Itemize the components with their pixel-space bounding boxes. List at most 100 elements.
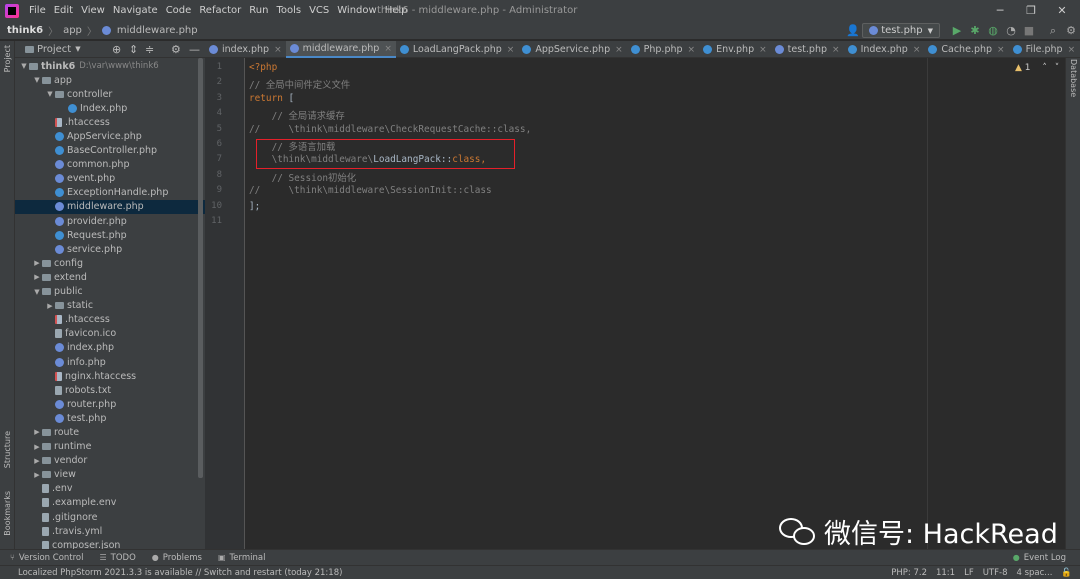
tree-item[interactable]: .example.env [15, 496, 205, 510]
tree-item[interactable]: ▼ think6 D:\var\www\think6 [15, 59, 205, 73]
tree-item[interactable]: BaseController.php [15, 144, 205, 158]
editor-tab[interactable]: File.php × [1009, 41, 1080, 58]
close-tab-icon[interactable]: × [615, 45, 623, 55]
lock-icon[interactable]: 🔓 [1061, 568, 1072, 578]
tree-item[interactable]: .travis.yml [15, 524, 205, 538]
tree-item[interactable]: ▼ controller [15, 87, 205, 101]
tree-item[interactable]: service.php [15, 242, 205, 256]
version-control-tool[interactable]: ⑂ Version Control [10, 553, 84, 563]
editor-tab[interactable]: Cache.php × [924, 41, 1008, 58]
editor-tab[interactable]: test.php × [771, 41, 844, 58]
stop-icon[interactable]: ■ [1020, 24, 1038, 37]
expand-all-icon[interactable]: ≑ [145, 43, 154, 56]
tree-item[interactable]: nginx.htaccess [15, 369, 205, 383]
caret-position[interactable]: 11:1 [936, 568, 955, 578]
tree-item[interactable]: AppService.php [15, 129, 205, 143]
editor-tab[interactable]: Php.php × [627, 41, 699, 58]
close-icon[interactable]: ✕ [1047, 0, 1077, 21]
tree-item[interactable]: ▼ app [15, 73, 205, 87]
chevron-right-icon[interactable]: ▶ [32, 428, 42, 436]
close-tab-icon[interactable]: × [384, 44, 392, 54]
tree-item[interactable]: ▶ extend [15, 270, 205, 284]
chevron-right-icon[interactable]: ▶ [32, 457, 42, 465]
close-tab-icon[interactable]: × [913, 45, 921, 55]
chevron-down-icon[interactable]: ▼ [45, 90, 55, 98]
locate-icon[interactable]: ⊕ [112, 43, 121, 56]
structure-tool-button[interactable]: Structure [3, 431, 12, 468]
database-tool-button[interactable]: Database [1069, 59, 1078, 97]
chevron-down-icon[interactable]: ▼ [75, 45, 80, 53]
tree-item[interactable]: common.php [15, 158, 205, 172]
menu-window[interactable]: Window [333, 0, 380, 21]
close-tab-icon[interactable]: × [507, 45, 515, 55]
tree-item[interactable]: ▼ public [15, 285, 205, 299]
settings-icon[interactable]: ⚙ [1062, 24, 1080, 37]
menu-file[interactable]: File [25, 0, 50, 21]
tree-item[interactable]: ExceptionHandle.php [15, 186, 205, 200]
chevron-right-icon[interactable]: ▶ [32, 471, 42, 479]
editor-tab[interactable]: Env.php × [699, 41, 771, 58]
chevron-right-icon[interactable]: ▶ [32, 273, 42, 281]
tree-scrollbar[interactable] [198, 58, 203, 478]
chevron-right-icon[interactable]: ▶ [32, 259, 42, 267]
chevron-down-icon[interactable]: ▼ [32, 288, 42, 296]
chevron-down-icon[interactable]: ▼ [32, 76, 42, 84]
chevron-down-icon[interactable]: ▼ [19, 62, 29, 70]
coverage-icon[interactable]: ◍ [984, 24, 1002, 37]
tree-item[interactable]: test.php [15, 411, 205, 425]
event-log-tool[interactable]: ● Event Log [1013, 553, 1066, 563]
chevron-right-icon[interactable]: ▶ [32, 443, 42, 451]
tree-item[interactable]: Index.php [15, 101, 205, 115]
menu-view[interactable]: View [77, 0, 109, 21]
close-tab-icon[interactable]: × [832, 45, 840, 55]
menu-code[interactable]: Code [162, 0, 196, 21]
close-tab-icon[interactable]: × [1068, 45, 1076, 55]
tree-item[interactable]: Request.php [15, 228, 205, 242]
breadcrumb-project[interactable]: think6 [0, 25, 46, 36]
code-editor[interactable]: 1 2 3 4 5 6 7 8 9 10 11 <?php// 全局中间件定义文件 return [ … [205, 58, 1065, 549]
tree-item[interactable]: .htaccess [15, 313, 205, 327]
editor-tab[interactable]: Index.php × [844, 41, 925, 58]
breadcrumb-file[interactable]: middleware.php [114, 25, 201, 36]
debug-icon[interactable]: ✱ [966, 24, 984, 37]
search-icon[interactable]: ⌕ [1044, 24, 1062, 38]
project-tool-button[interactable]: Project [3, 45, 12, 72]
gear-icon[interactable]: ⚙ [171, 43, 181, 56]
indent-setting[interactable]: 4 spac... [1016, 568, 1052, 578]
menu-refactor[interactable]: Refactor [195, 0, 245, 21]
tree-item[interactable]: ▶ runtime [15, 440, 205, 454]
bookmarks-tool-button[interactable]: Bookmarks [3, 491, 12, 536]
previous-highlight-icon[interactable]: ˄ [1042, 63, 1047, 73]
todo-tool[interactable]: ☰ TODO [100, 553, 136, 563]
php-version[interactable]: PHP: 7.2 [891, 568, 927, 578]
tree-item[interactable]: ▶ config [15, 256, 205, 270]
menu-navigate[interactable]: Navigate [109, 0, 162, 21]
tree-item[interactable]: index.php [15, 341, 205, 355]
menu-run[interactable]: Run [245, 0, 272, 21]
tree-item[interactable]: provider.php [15, 214, 205, 228]
tree-item[interactable]: middleware.php [15, 199, 205, 215]
chevron-right-icon[interactable]: ▶ [45, 302, 55, 310]
tree-item[interactable]: ▶ route [15, 425, 205, 439]
tree-item[interactable]: event.php [15, 172, 205, 186]
line-separator[interactable]: LF [964, 568, 974, 578]
project-panel-title[interactable]: Project [37, 44, 71, 55]
editor-tab[interactable]: index.php × [205, 41, 286, 58]
menu-vcs[interactable]: VCS [305, 0, 333, 21]
minimize-icon[interactable]: ─ [985, 0, 1015, 21]
inspection-widget[interactable]: ▲ 1 ˄ ˅ [1015, 63, 1059, 73]
tree-item[interactable]: ▶ view [15, 468, 205, 482]
tree-item[interactable]: .env [15, 482, 205, 496]
close-tab-icon[interactable]: × [997, 45, 1005, 55]
restore-icon[interactable]: ❐ [1016, 0, 1046, 21]
tree-item[interactable]: favicon.ico [15, 327, 205, 341]
close-tab-icon[interactable]: × [759, 45, 767, 55]
menu-edit[interactable]: Edit [50, 0, 77, 21]
tree-item[interactable]: .htaccess [15, 115, 205, 129]
close-tab-icon[interactable]: × [274, 45, 282, 55]
editor-tab[interactable]: AppService.php × [518, 41, 626, 58]
close-tab-icon[interactable]: × [688, 45, 696, 55]
tree-item[interactable]: ▶ static [15, 299, 205, 313]
menu-tools[interactable]: Tools [272, 0, 305, 21]
profile-icon[interactable]: ◔ [1002, 24, 1020, 37]
